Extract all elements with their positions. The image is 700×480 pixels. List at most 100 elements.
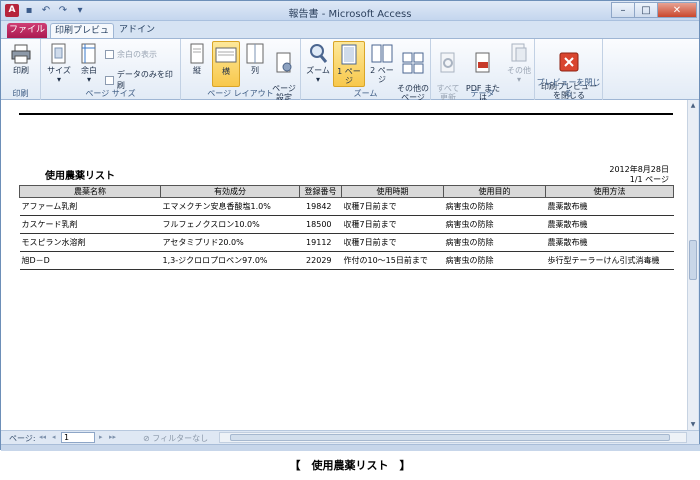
margins-dropdown-icon: ▾ <box>86 75 91 84</box>
size-button[interactable]: サイズ ▾ <box>45 43 73 84</box>
vertical-scroll-thumb[interactable] <box>689 240 697 280</box>
ribbon: 印刷 印刷 サイズ ▾ 余白 ▾ 余白の表示 データのみを印刷 ページ サイズ … <box>1 38 699 111</box>
maximize-button[interactable]: □ <box>634 2 658 18</box>
status-bar <box>1 444 700 451</box>
print-button[interactable]: 印刷 <box>7 43 35 75</box>
landscape-button[interactable]: 横 <box>212 41 240 87</box>
scroll-down-icon[interactable]: ▼ <box>688 419 698 430</box>
one-page-icon <box>341 44 357 65</box>
zoom-button[interactable]: ズーム ▾ <box>304 43 332 84</box>
columns-button[interactable]: 列 <box>243 43 267 75</box>
column-header: 使用目的 <box>443 185 546 198</box>
more-export-button[interactable]: その他 ▾ <box>505 43 533 84</box>
column-header: 有効成分 <box>160 185 300 198</box>
table-cell: 農薬散布機 <box>545 215 674 234</box>
access-window: A ▪ ↶ ↷ ▾ 報告書 - Microsoft Access – □ ✕ フ… <box>0 0 700 451</box>
group-data: すべて 更新 PDF または XPS その他 ▾ データ <box>431 39 535 111</box>
prev-page-icon[interactable]: ◂ <box>52 433 56 441</box>
landscape-label: 横 <box>222 67 230 76</box>
more-pages-icon <box>402 52 424 74</box>
page-setup-icon <box>276 52 292 73</box>
more-export-dropdown-icon: ▾ <box>516 75 521 84</box>
print-label: 印刷 <box>13 66 29 75</box>
table-cell: エマメクチン安息香酸塩1.0% <box>160 197 300 216</box>
group-page-layout: 縦 横 列 ページ 設定 ページ レイアウト <box>181 39 301 102</box>
group-label-page-size: ページ サイズ <box>85 89 136 98</box>
portrait-button[interactable]: 縦 <box>185 43 209 75</box>
table-cell: 病害虫の防除 <box>443 233 546 252</box>
table-row: 旭D－D 1,3-ジクロロプロペン97.0% 22029 作付の10～15日前ま… <box>19 251 674 270</box>
column-header: 使用方法 <box>545 185 674 198</box>
vertical-scrollbar[interactable]: ▲ ▼ <box>687 100 698 430</box>
group-label-page-layout: ページ レイアウト <box>207 89 274 98</box>
more-export-icon <box>511 43 527 62</box>
tab-add-ins[interactable]: アドイン <box>117 23 157 39</box>
table-row: モスピラン水溶剤 アセタミプリド20.0% 19112 収穫7日前まで 病害虫の… <box>19 233 674 252</box>
show-margins-checkbox[interactable]: 余白の表示 <box>105 49 157 60</box>
zoom-label: ズーム <box>306 66 330 75</box>
close-button[interactable]: ✕ <box>657 2 697 18</box>
table-cell: アセタミプリド20.0% <box>160 233 300 252</box>
two-pages-button[interactable]: 2 ページ <box>367 43 397 84</box>
record-navigation-bar: ページ: ◂◂ ◂ 1 ▸ ▸▸ ⊘ フィルターなし <box>1 430 699 444</box>
minimize-button[interactable]: – <box>611 2 635 18</box>
refresh-icon <box>440 52 455 73</box>
group-close-preview: 印刷プレビュー を閉じる プレビューを閉じる <box>535 39 603 100</box>
printer-icon <box>11 44 31 64</box>
table-cell: 歩行型テーラーけん引式消毒機 <box>545 251 674 270</box>
page-nav-label: ページ: <box>9 434 36 443</box>
table-row: アファーム乳剤 エマメクチン安息香酸塩1.0% 19842 収穫7日前まで 病害… <box>19 197 674 216</box>
close-preview-icon <box>559 52 579 72</box>
two-pages-label: 2 ページ <box>370 66 394 84</box>
one-page-label: 1 ページ <box>337 67 361 85</box>
table-cell: 病害虫の防除 <box>443 251 546 270</box>
group-zoom: ズーム ▾ 1 ページ 2 ページ その他の ページ ズーム <box>301 39 431 102</box>
zoom-dropdown-icon: ▾ <box>315 75 320 84</box>
table-cell: フルフェノクスロン10.0% <box>160 215 300 234</box>
report-date-block: 2012年8月28日 1/1 ページ <box>609 165 669 185</box>
table-cell: 収穫7日前まで <box>341 233 444 252</box>
group-label-close-preview: プレビューを閉じる <box>536 78 601 98</box>
group-page-size: サイズ ▾ 余白 ▾ 余白の表示 データのみを印刷 ページ サイズ <box>41 39 181 100</box>
next-page-icon[interactable]: ▸ <box>99 433 103 441</box>
filter-icon: ⊘ <box>143 434 153 443</box>
margins-icon <box>81 43 96 64</box>
horizontal-scroll-thumb[interactable] <box>230 434 670 441</box>
table-cell: 旭D－D <box>19 251 161 270</box>
group-label-print: 印刷 <box>12 89 29 98</box>
columns-label: 列 <box>251 66 259 75</box>
print-data-only-box <box>105 75 114 85</box>
columns-icon <box>246 43 264 64</box>
table-cell: 収穫7日前まで <box>341 215 444 234</box>
group-label-zoom: ズーム <box>353 89 378 98</box>
figure-caption: 【 使用農薬リスト 】 <box>289 459 411 472</box>
table-cell: 作付の10～15日前まで <box>341 251 444 270</box>
last-page-icon[interactable]: ▸▸ <box>109 433 116 441</box>
landscape-icon <box>215 47 237 63</box>
ribbon-tabs: ファイル 印刷プレビュー アドイン <box>1 21 699 51</box>
report-page-number: 1/1 ページ <box>629 175 669 184</box>
group-label-data: データ <box>470 89 495 98</box>
table-row: カスケード乳剤 フルフェノクスロン10.0% 18500 収穫7日前まで 病害虫… <box>19 215 674 234</box>
show-margins-box <box>105 50 114 59</box>
pesticide-table: 農薬名称 有効成分 登録番号 使用時期 使用目的 使用方法 アファーム乳剤 エマ… <box>19 185 674 270</box>
table-cell: 病害虫の防除 <box>443 197 546 216</box>
scroll-up-icon[interactable]: ▲ <box>688 100 698 111</box>
first-page-icon[interactable]: ◂◂ <box>39 433 46 441</box>
horizontal-scrollbar[interactable] <box>219 432 687 443</box>
margins-button[interactable]: 余白 ▾ <box>75 43 103 84</box>
table-cell: 19842 <box>299 197 342 216</box>
pdf-xps-icon <box>475 52 490 73</box>
group-print: 印刷 印刷 <box>1 39 41 100</box>
tab-file[interactable]: ファイル <box>7 23 47 39</box>
table-cell: モスピラン水溶剤 <box>19 233 161 252</box>
show-margins-label: 余白の表示 <box>117 50 157 59</box>
page-number-input[interactable]: 1 <box>61 432 95 443</box>
window-title: 報告書 - Microsoft Access <box>288 9 412 20</box>
one-page-button[interactable]: 1 ページ <box>333 41 365 87</box>
margins-label: 余白 <box>81 66 97 75</box>
report-date: 2012年8月28日 <box>609 165 669 174</box>
filter-status[interactable]: ⊘ フィルターなし <box>143 433 208 444</box>
table-cell: 農薬散布機 <box>545 233 674 252</box>
column-header: 使用時期 <box>341 185 444 198</box>
